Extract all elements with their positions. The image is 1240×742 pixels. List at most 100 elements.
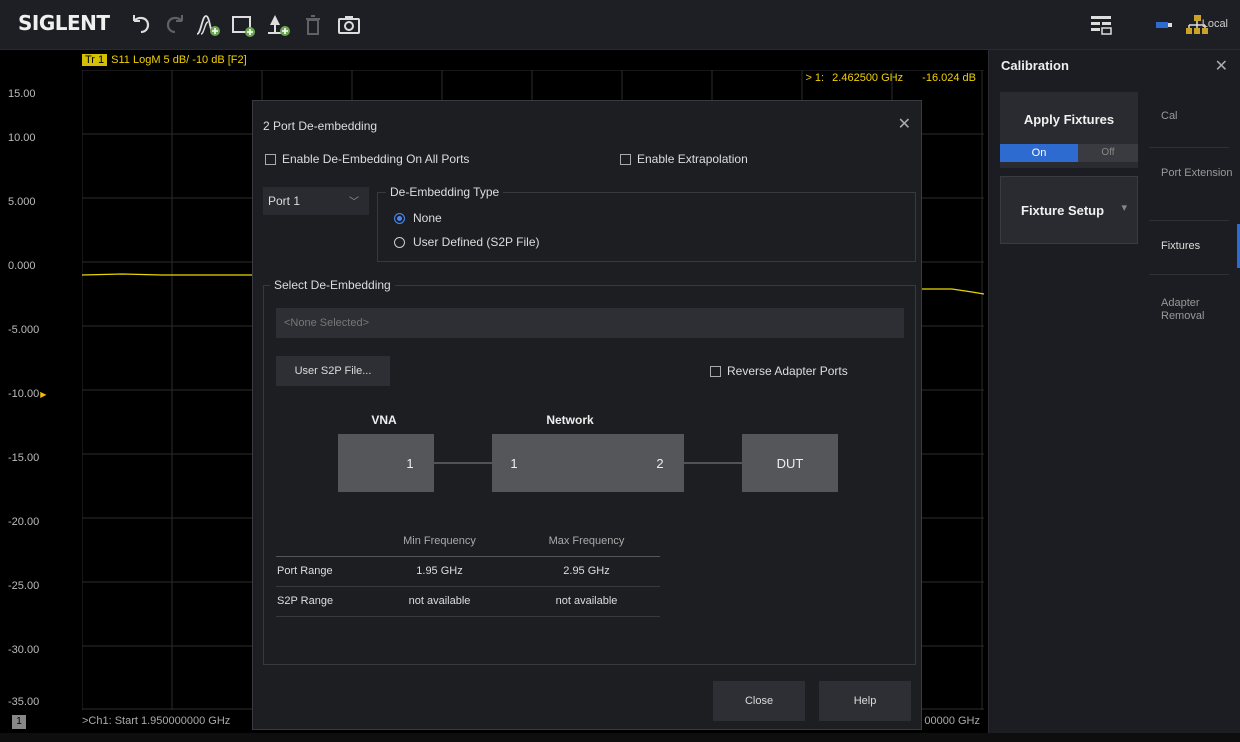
network-label: Network: [546, 413, 594, 427]
type-group-legend: De-Embedding Type: [386, 185, 504, 199]
table-row: Port Range 1.95 GHz 2.95 GHz: [276, 556, 660, 587]
apply-fixtures-label: Apply Fixtures: [1023, 112, 1115, 127]
checkbox-box: [710, 365, 721, 377]
brand-logo: SIGLENT: [18, 11, 110, 35]
close-button[interactable]: Close: [713, 681, 805, 721]
enable-all-ports-label: Enable De-Embedding On All Ports: [282, 152, 470, 166]
radio-user-defined[interactable]: User Defined (S2P File): [394, 235, 540, 249]
grid-layout-icon[interactable]: [1088, 12, 1114, 38]
radio-unselected-icon: [394, 236, 405, 248]
reference-marker-icon[interactable]: ▶: [40, 390, 46, 399]
tab-cal[interactable]: Cal: [1149, 110, 1240, 122]
tab-adapter-removal[interactable]: Adapter Removal: [1149, 297, 1229, 323]
enable-all-ports-checkbox[interactable]: Enable De-Embedding On All Ports: [265, 152, 469, 166]
table-header: Min Frequency: [366, 526, 513, 557]
select-group-legend: Select De-Embedding: [270, 278, 395, 292]
table-row: S2P Range not available not available: [276, 586, 660, 617]
de-embedding-type-group: De-Embedding Type None User Defined (S2P…: [377, 185, 916, 262]
y-tick: 5.000: [8, 196, 36, 208]
y-tick: -15.00: [8, 452, 40, 464]
table-header: [276, 526, 366, 557]
select-de-embedding-group: Select De-Embedding <None Selected> User…: [263, 278, 916, 665]
y-tick: -20.00: [8, 516, 40, 528]
tab-divider: [1149, 147, 1229, 148]
reverse-adapter-ports-checkbox[interactable]: Reverse Adapter Ports: [710, 364, 848, 378]
help-button[interactable]: Help: [819, 681, 911, 721]
row-label: S2P Range: [276, 586, 366, 617]
checkbox-box: [265, 153, 276, 165]
apply-fixtures-off-toggle[interactable]: Off: [1078, 144, 1138, 162]
local-label[interactable]: Local: [1202, 18, 1228, 30]
y-tick: 0.000: [8, 260, 36, 272]
fixture-setup-label: Fixture Setup: [1021, 203, 1105, 218]
channel-badge[interactable]: 1: [12, 715, 26, 729]
trace-label[interactable]: Tr 1 S11 LogM 5 dB/ -10 dB [F2]: [82, 54, 247, 66]
chevron-down-icon: ﹀: [349, 197, 359, 208]
frequency-range-table: Min Frequency Max Frequency Port Range 1…: [276, 526, 660, 617]
trace-label-text: S11 LogM 5 dB/ -10 dB [F2]: [111, 54, 247, 66]
enable-extrapolation-checkbox[interactable]: Enable Extrapolation: [620, 152, 748, 166]
network-block: [492, 434, 684, 492]
connection-diagram: VNA Network 1 1 2 DUT: [338, 413, 838, 492]
y-tick: -35.00: [8, 696, 40, 708]
undo-icon[interactable]: [128, 12, 154, 38]
row-label: Port Range: [276, 556, 366, 587]
close-icon[interactable]: ✕: [898, 114, 911, 134]
y-tick: -30.00: [8, 644, 40, 656]
y-tick-reference: -10.00▶: [8, 388, 80, 400]
vna-port-label: 1: [406, 456, 413, 471]
chevron-down-icon: ▾: [1121, 202, 1127, 214]
checkbox-box: [620, 153, 631, 165]
network-port-out-label: 2: [656, 456, 663, 471]
vna-block: [338, 434, 434, 492]
calibration-panel: Calibration ✕ Apply Fixtures On Off Fixt…: [988, 50, 1240, 733]
delete-icon[interactable]: [300, 12, 326, 38]
apply-fixtures-box: Apply Fixtures On Off: [1000, 92, 1138, 168]
toolbar: SIGLENT Local: [0, 0, 1240, 50]
fixture-setup-button[interactable]: Fixture Setup ▾: [1000, 176, 1138, 244]
redo-icon[interactable]: [162, 12, 188, 38]
table-cell: not available: [366, 586, 513, 617]
camera-icon[interactable]: [336, 12, 362, 38]
table-cell: 1.95 GHz: [366, 556, 513, 587]
table-header-row: Min Frequency Max Frequency: [276, 526, 660, 557]
vna-label: VNA: [371, 413, 397, 427]
dut-label: DUT: [777, 456, 804, 471]
add-window-icon[interactable]: [230, 12, 256, 38]
network-port-in-label: 1: [510, 456, 517, 471]
add-marker-icon[interactable]: [265, 12, 291, 38]
radio-selected-icon: [394, 212, 405, 224]
user-s2p-file-button[interactable]: User S2P File...: [276, 356, 390, 386]
de-embedding-dialog: 2 Port De-embedding ✕ Enable De-Embeddin…: [252, 100, 922, 730]
apply-fixtures-on-toggle[interactable]: On: [1000, 144, 1078, 162]
y-tick: -25.00: [8, 580, 40, 592]
stop-frequency-label: 00000 GHz: [924, 715, 980, 727]
table-header: Max Frequency: [513, 526, 660, 557]
usb-icon: [1150, 12, 1176, 38]
tab-fixtures[interactable]: Fixtures: [1149, 240, 1240, 252]
tab-divider: [1149, 274, 1229, 275]
trace-line: [82, 273, 252, 276]
panel-title: Calibration: [1001, 58, 1069, 73]
close-icon[interactable]: ✕: [1215, 56, 1228, 76]
tab-divider: [1149, 220, 1229, 221]
table-cell: not available: [513, 586, 660, 617]
trace-badge: Tr 1: [82, 54, 108, 66]
table-cell: 2.95 GHz: [513, 556, 660, 587]
trace-line-right: [922, 288, 984, 295]
y-tick: 10.00: [8, 132, 36, 144]
radio-none-label: None: [413, 211, 442, 225]
selected-file-field[interactable]: <None Selected>: [276, 308, 904, 338]
y-tick: -5.000: [8, 324, 40, 336]
y-tick: 15.00: [8, 88, 36, 100]
y-tick: -10.00: [8, 388, 40, 400]
port-select[interactable]: Port 1 ﹀: [263, 187, 369, 215]
add-trace-icon[interactable]: [195, 12, 221, 38]
radio-user-defined-label: User Defined (S2P File): [413, 235, 540, 249]
tab-port-extension[interactable]: Port Extension: [1149, 167, 1233, 180]
reverse-adapter-ports-label: Reverse Adapter Ports: [727, 364, 848, 378]
port-select-value: Port 1: [268, 194, 301, 208]
enable-extrapolation-label: Enable Extrapolation: [637, 152, 748, 166]
dialog-title: 2 Port De-embedding: [263, 119, 378, 133]
radio-none[interactable]: None: [394, 211, 442, 225]
